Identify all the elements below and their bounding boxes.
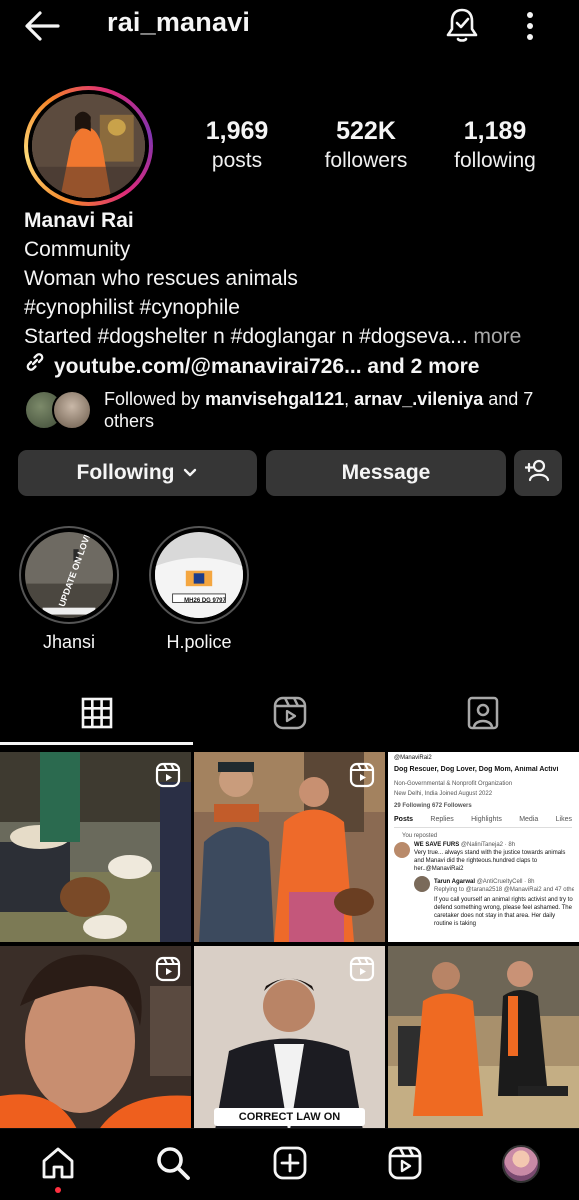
- highlight-jhansi[interactable]: UPDATE ON LOVE Jhansi: [19, 526, 119, 653]
- profile-link[interactable]: youtube.com/@manavirai726... and 2 more: [24, 351, 564, 381]
- bio-line-2: #cynophilist #cynophile: [24, 296, 240, 319]
- grid-post[interactable]: [388, 946, 579, 1136]
- highlight-cover: UPDATE ON LOVE: [25, 532, 113, 618]
- reels-nav-icon[interactable]: [385, 1143, 425, 1183]
- suggested-users-button[interactable]: [514, 450, 562, 496]
- following-count[interactable]: 1,189 following: [452, 116, 538, 176]
- notification-dot: [55, 1187, 61, 1193]
- avatar: [394, 842, 410, 858]
- add-user-icon: [524, 458, 551, 488]
- follower-username[interactable]: manvisehgal121: [205, 389, 344, 409]
- post-caption-overlay: CORRECT LAW ON FEEDING: [214, 1108, 365, 1136]
- grid-post[interactable]: [194, 752, 385, 942]
- reel-badge-icon: [349, 956, 375, 982]
- bio-line-3: Started #dogshelter n #doglangar n #dogs…: [24, 325, 522, 348]
- back-arrow-icon[interactable]: [22, 8, 62, 44]
- link-icon: [24, 351, 46, 381]
- reels-icon: [273, 696, 307, 735]
- own-profile-avatar[interactable]: [502, 1145, 540, 1183]
- license-plate-text: MH26 DG 9797: [184, 598, 226, 604]
- following-button[interactable]: Following: [18, 450, 257, 496]
- followers-count[interactable]: 522K followers: [323, 116, 409, 176]
- active-tab-indicator: [0, 742, 193, 745]
- grid-post[interactable]: [0, 946, 191, 1136]
- profile-tabs: [0, 684, 579, 746]
- follower-avatar: [52, 390, 92, 430]
- more-link[interactable]: more: [474, 325, 522, 348]
- profile-username: rai_manavi: [107, 7, 251, 37]
- top-bar: rai_manavi: [0, 0, 579, 52]
- profile-photo: [32, 94, 145, 198]
- home-icon[interactable]: [38, 1143, 78, 1183]
- message-button[interactable]: Message: [266, 450, 506, 496]
- tagged-icon: [466, 696, 500, 735]
- highlight-hpolice[interactable]: MH26 DG 9797 H.police: [149, 526, 249, 653]
- tab-posts-grid[interactable]: [0, 684, 193, 746]
- grid-icon: [81, 697, 113, 734]
- tab-reels[interactable]: [193, 684, 386, 746]
- search-icon[interactable]: [153, 1143, 193, 1183]
- create-post-icon[interactable]: [270, 1143, 310, 1183]
- grid-post-screenshot[interactable]: @ManaviRai2 Dog Rescuer, Dog Lover, Dog …: [388, 752, 579, 942]
- reel-badge-icon: [155, 956, 181, 982]
- bottom-navigation: [0, 1128, 579, 1200]
- more-options-icon[interactable]: [515, 8, 545, 44]
- chevron-down-icon: [182, 461, 198, 485]
- highlight-label: Jhansi: [42, 632, 96, 652]
- grid-post[interactable]: CORRECT LAW ON FEEDING: [194, 946, 385, 1136]
- highlight-cover: MH26 DG 9797: [155, 532, 243, 618]
- reel-badge-icon: [155, 762, 181, 788]
- category-label: Community: [24, 238, 131, 261]
- display-name: Manavi Rai: [24, 209, 134, 232]
- profile-avatar[interactable]: [24, 86, 153, 206]
- reel-badge-icon: [349, 762, 375, 788]
- follower-username[interactable]: arnav_.vileniya: [354, 389, 483, 409]
- highlight-label: H.police: [166, 632, 232, 652]
- tab-tagged[interactable]: [386, 684, 579, 746]
- avatar: [414, 876, 430, 892]
- profile-bio: Manavi Rai Community Woman who rescues a…: [24, 206, 564, 381]
- followed-by[interactable]: Followed by manvisehgal121, arnav_.vilen…: [24, 388, 564, 434]
- grid-post[interactable]: [0, 752, 191, 942]
- notification-bell-icon[interactable]: [444, 6, 480, 44]
- bio-line-1: Woman who rescues animals: [24, 267, 298, 290]
- posts-count: 1,969 posts: [205, 117, 269, 172]
